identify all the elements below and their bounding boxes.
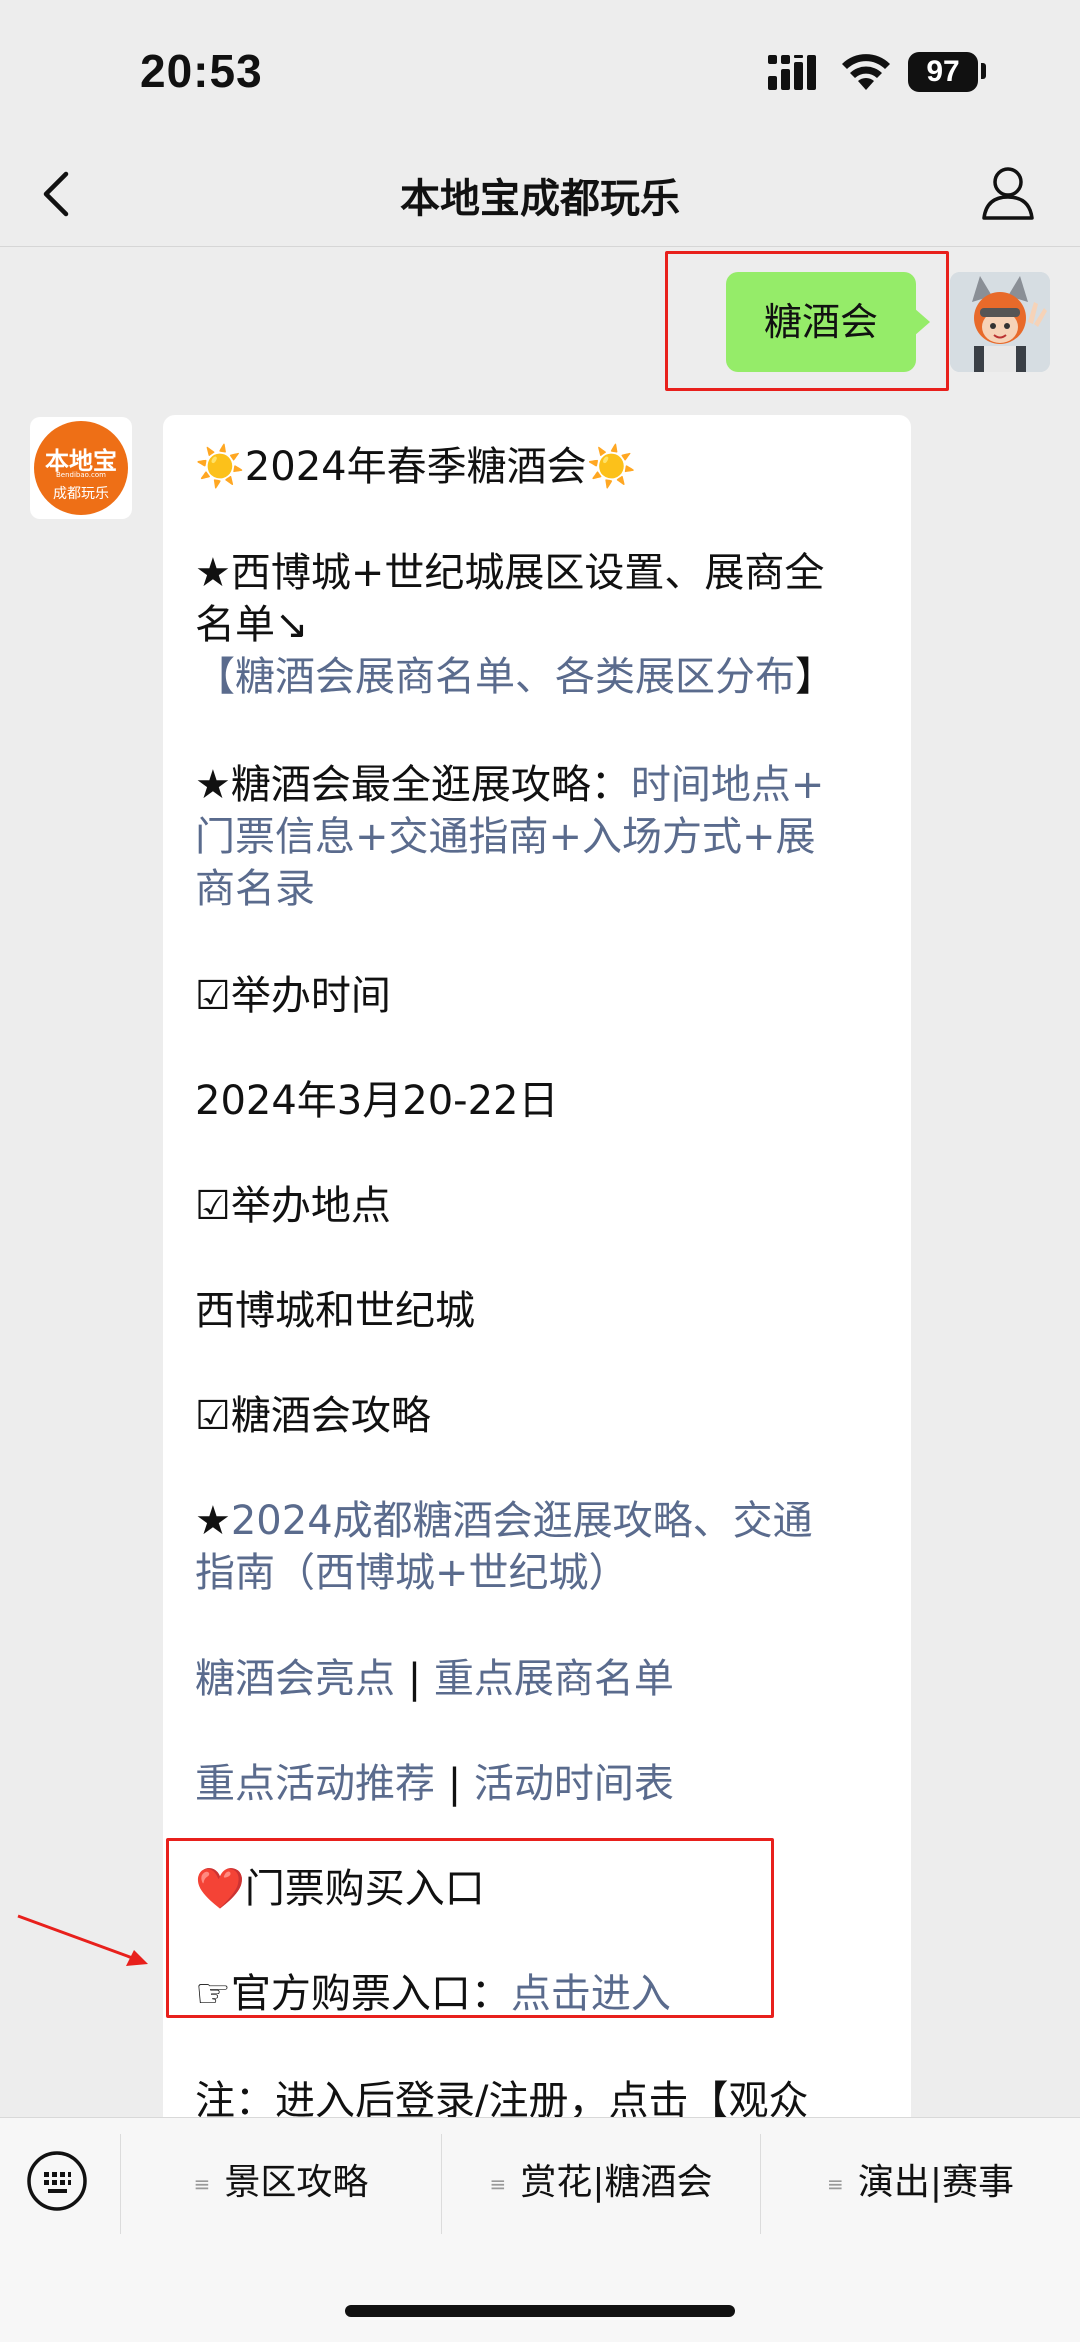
exhibitor-intro-line-1: ★西博城+世纪城展区设置、展商全: [195, 550, 825, 596]
sent-message-bubble[interactable]: 糖酒会: [726, 272, 916, 372]
exhibitor-intro-line-2: 名单↘: [195, 602, 309, 648]
schedule-link[interactable]: 活动时间表: [474, 1761, 674, 1807]
menu-label: 赏花|糖酒会: [520, 2162, 713, 2203]
page-title: 本地宝成都玩乐: [400, 176, 680, 222]
key-exhibitors-link[interactable]: 重点展商名单: [434, 1656, 674, 1702]
signal-icon: [768, 55, 816, 90]
red-arrow-annotation: [17, 1914, 148, 1966]
bubble-tail: [914, 308, 930, 336]
exhibitor-list-link[interactable]: 糖酒会展商名单、各类展区分布: [235, 654, 795, 700]
message-title: ☀️2024年春季糖酒会☀️: [195, 444, 637, 490]
keyboard-icon[interactable]: [26, 2150, 88, 2212]
time-label: ☑举办时间: [195, 973, 391, 1019]
activities-line: 重点活动推荐 | 活动时间表: [195, 1758, 885, 1810]
separator: |: [435, 1761, 474, 1807]
bracket-close: 】: [795, 654, 835, 700]
menu-shows-events[interactable]: ≡ 演出|赛事: [761, 2158, 1080, 2208]
highlights-link[interactable]: 糖酒会亮点: [195, 1656, 395, 1702]
time-value: 2024年3月20-22日: [195, 1078, 559, 1124]
user-avatar[interactable]: [950, 272, 1050, 372]
bendibao-logo: 本地宝 Bendibao.com 成都玩乐: [34, 421, 128, 515]
strategy-prefix: ★糖酒会最全逛展攻略：: [195, 762, 631, 808]
menu-flowers-expo[interactable]: ≡ 赏花|糖酒会: [442, 2158, 760, 2208]
nav-bar: 本地宝成都玩乐: [0, 140, 1080, 247]
highlight-box-ticket: [166, 1838, 774, 2018]
activities-link[interactable]: 重点活动推荐: [195, 1761, 435, 1807]
menu-label: 演出|赛事: [857, 2162, 1014, 2203]
strategy-link-part-3[interactable]: 商名录: [195, 863, 885, 915]
status-bar: 20:53 97: [0, 0, 1080, 140]
user-avatar-image: [950, 272, 1050, 372]
strategy-line-1: ★糖酒会最全逛展攻略：时间地点+: [195, 759, 885, 811]
menu-label: 景区攻略: [224, 2162, 369, 2203]
exhibitor-link-line: 【糖酒会展商名单、各类展区分布】: [195, 651, 885, 703]
battery-indicator: 97: [908, 52, 978, 92]
menu-list-icon: ≡: [489, 2172, 507, 2196]
home-indicator: [345, 2305, 735, 2317]
strategy-link-part-2[interactable]: 门票信息+交通指南+入场方式+展: [195, 811, 885, 863]
official-account-avatar[interactable]: 本地宝 Bendibao.com 成都玩乐: [30, 417, 132, 519]
menu-list-icon: ≡: [193, 2172, 211, 2196]
menu-list-icon: ≡: [827, 2172, 844, 2196]
highlights-line: 糖酒会亮点 | 重点展商名单: [195, 1653, 885, 1705]
place-value: 西博城和世纪城: [195, 1288, 475, 1334]
battery-tip: [981, 63, 986, 79]
bracket-open: 【: [195, 654, 235, 700]
menu-scenic-guide[interactable]: ≡ 景区攻略: [121, 2158, 441, 2208]
guide-star: ★: [195, 1498, 231, 1544]
wifi-icon: [842, 54, 890, 90]
strategy-link-part-1[interactable]: 时间地点+: [631, 762, 825, 808]
place-label: ☑举办地点: [195, 1183, 391, 1229]
status-time: 20:53: [140, 45, 263, 97]
profile-icon[interactable]: [980, 162, 1036, 222]
guide-label: ☑糖酒会攻略: [195, 1393, 431, 1439]
guide-link-line-1: ★2024成都糖酒会逛展攻略、交通: [195, 1495, 885, 1547]
separator: |: [395, 1656, 434, 1702]
guide-link-part-1[interactable]: 2024成都糖酒会逛展攻略、交通: [231, 1498, 813, 1544]
guide-link-part-2[interactable]: 指南（西博城+世纪城）: [195, 1547, 885, 1599]
